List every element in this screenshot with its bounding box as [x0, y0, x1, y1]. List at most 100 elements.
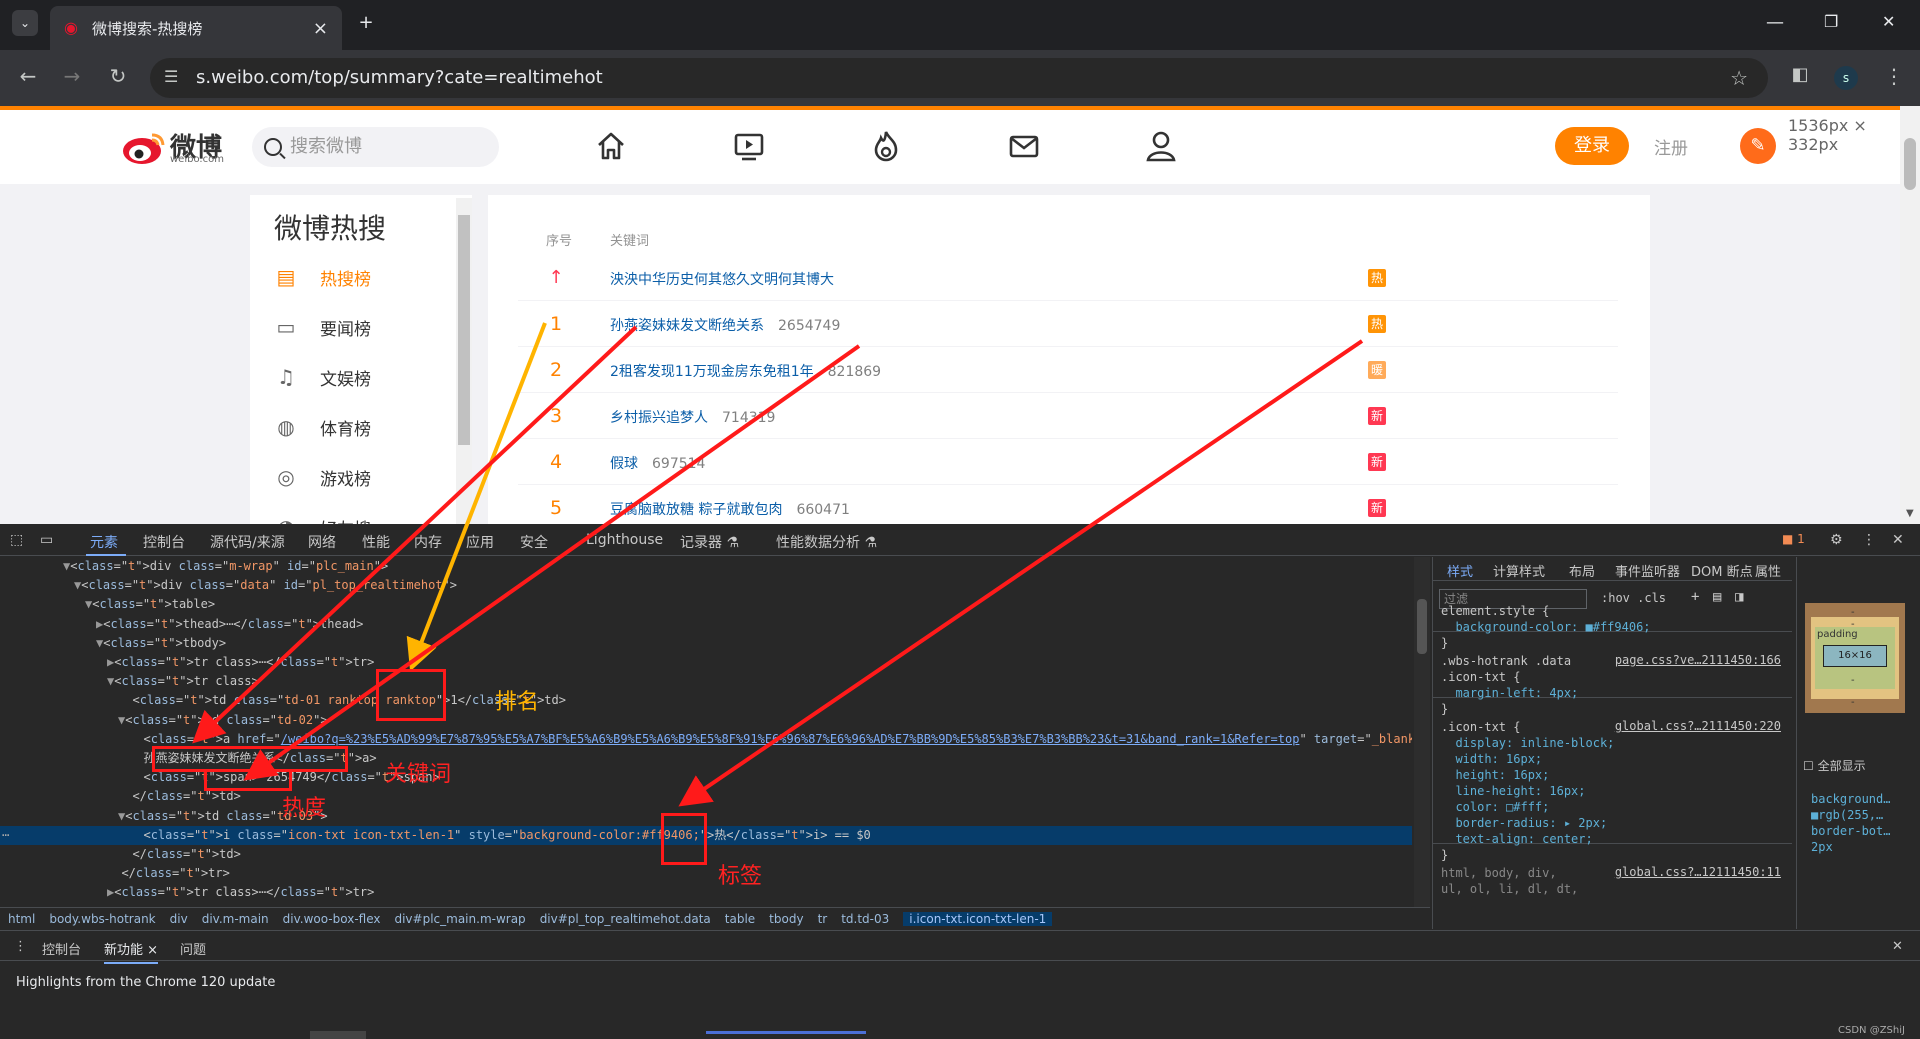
keyword-text[interactable]: 2租客发现11万现金房东免租1年: [610, 364, 814, 380]
scroll-down-arrow-icon[interactable]: ▼: [1906, 508, 1914, 519]
profile-user-icon[interactable]: [1143, 128, 1179, 164]
drawer-tab-whats-new[interactable]: 新功能 ×: [104, 939, 159, 964]
dom-node[interactable]: ▼<class="t">div class="data" id="pl_top_…: [0, 576, 457, 595]
browser-tab[interactable]: ◉ 微博搜索-热搜榜 ×: [50, 6, 342, 50]
address-bar[interactable]: ☰ s.weibo.com/top/summary?cate=realtimeh…: [150, 58, 1768, 98]
dom-node[interactable]: ▶<class="t">thead>⋯</class="t">thead>: [0, 615, 363, 634]
breadcrumb-item[interactable]: div.woo-box-flex: [283, 912, 381, 926]
style-rule-line[interactable]: border-radius: ▸ 2px;: [1441, 815, 1607, 831]
page-scrollbar-thumb[interactable]: [1904, 138, 1916, 190]
tab-performance-insights[interactable]: 性能数据分析 ⚗: [776, 532, 877, 552]
devtools-close-icon[interactable]: ✕: [1892, 532, 1904, 548]
style-rule-line[interactable]: width: 16px;: [1441, 751, 1542, 767]
style-rule-line[interactable]: .icon-txt {: [1441, 719, 1520, 735]
keyword-text[interactable]: 孙燕姿妹妹发文断绝关系: [610, 318, 764, 334]
style-rule-line[interactable]: display: inline-block;: [1441, 735, 1614, 751]
dom-node[interactable]: ▶<class="t">tr class>⋯</class="t">tr>: [0, 653, 374, 672]
breadcrumb-item[interactable]: i.icon-txt.icon-txt-len-1: [903, 911, 1053, 926]
restore-button[interactable]: ❐: [1824, 12, 1838, 31]
site-settings-icon[interactable]: ☰: [164, 67, 178, 86]
style-rule-line[interactable]: background-color: ■#ff9406;: [1441, 619, 1650, 635]
forward-arrow-icon[interactable]: →: [54, 64, 90, 88]
back-arrow-icon[interactable]: ←: [10, 64, 46, 88]
dom-node[interactable]: </class="t">tr>: [0, 864, 229, 883]
style-source-link[interactable]: global.css?…12111450:11: [1615, 865, 1781, 879]
dom-node[interactable]: ▼<class="t">tbody>: [0, 634, 226, 653]
style-rule-line[interactable]: color: □#fff;: [1441, 799, 1549, 815]
style-rule-line[interactable]: }: [1441, 847, 1448, 863]
new-tab-button[interactable]: +: [352, 12, 380, 33]
keyword-link[interactable]: 孙燕姿妹妹发文断绝关系 2654749: [610, 315, 840, 335]
tab-recorder[interactable]: 记录器 ⚗: [680, 532, 739, 552]
dom-tree[interactable]: ▼<class="t">div class="m-wrap" id="plc_m…: [0, 557, 1412, 927]
tab-memory[interactable]: 内存: [414, 532, 442, 552]
tab-close-icon[interactable]: ×: [313, 18, 328, 39]
style-rule-line[interactable]: height: 16px;: [1441, 767, 1549, 783]
show-all-checkbox[interactable]: ☐ 全部显示: [1803, 757, 1866, 774]
dom-node[interactable]: ▼<class="t">table>: [0, 595, 215, 614]
subtab-layout[interactable]: 布局: [1569, 561, 1595, 580]
side-panel-icon[interactable]: ◧: [1782, 64, 1818, 85]
keyword-link[interactable]: 泱泱中华历史何其悠久文明何其博大: [610, 269, 848, 289]
dom-node[interactable]: ▼<class="t">td class="td-02">: [0, 711, 328, 730]
keyword-link[interactable]: 假球 697514: [610, 453, 705, 473]
tab-elements[interactable]: 元素: [90, 532, 118, 552]
sidebar-item-hot[interactable]: ▤ 热搜榜: [272, 257, 462, 297]
compose-pencil-icon[interactable]: ✎: [1740, 128, 1776, 164]
dom-node[interactable]: </class="t">td>: [0, 845, 240, 864]
sidebar-scrollbar-thumb[interactable]: [458, 215, 470, 445]
dom-node[interactable]: ▼<class="t">td class="td-03">: [0, 807, 328, 826]
style-rule-line[interactable]: .wbs-hotrank .data: [1441, 653, 1571, 669]
subtab-event-listeners[interactable]: 事件监听器: [1615, 561, 1680, 580]
login-button[interactable]: 登录: [1555, 127, 1629, 165]
issues-badge[interactable]: ■ 1: [1782, 532, 1805, 546]
breadcrumb-item[interactable]: html: [8, 912, 35, 926]
style-rule-line[interactable]: .icon-txt {: [1441, 669, 1520, 685]
keyword-text[interactable]: 泱泱中华历史何其悠久文明何其博大: [610, 272, 834, 288]
tab-performance[interactable]: 性能: [362, 532, 390, 552]
sidebar-item-news[interactable]: ▭ 要闻榜: [272, 307, 462, 347]
search-input[interactable]: 搜索微博: [252, 127, 499, 167]
keyword-link[interactable]: 乡村振兴追梦人 714319: [610, 407, 775, 427]
hot-fire-icon[interactable]: [868, 128, 904, 164]
style-rule-line[interactable]: }: [1441, 701, 1448, 717]
subtab-styles[interactable]: 样式: [1447, 561, 1473, 580]
keyword-link[interactable]: 2租客发现11万现金房东免租1年 821869: [610, 361, 881, 381]
drawer-tab-console[interactable]: 控制台: [42, 939, 81, 958]
register-link[interactable]: 注册: [1654, 134, 1688, 159]
keyword-text[interactable]: 假球: [610, 456, 638, 472]
dom-tree-scrollbar-thumb[interactable]: [1417, 599, 1427, 654]
style-rule-line[interactable]: ul, ol, li, dl, dt,: [1441, 881, 1578, 897]
tab-lighthouse[interactable]: Lighthouse: [586, 532, 663, 548]
profile-avatar[interactable]: s: [1834, 66, 1858, 90]
tab-console[interactable]: 控制台: [143, 532, 185, 552]
style-rule-line[interactable]: line-height: 16px;: [1441, 783, 1585, 799]
dom-node[interactable]: ▼<class="t">div class="m-wrap" id="plc_m…: [0, 557, 388, 576]
video-icon[interactable]: [731, 128, 767, 164]
device-toolbar-icon[interactable]: ▭: [40, 532, 53, 548]
style-source-link[interactable]: page.css?ve…2111450:166: [1615, 653, 1781, 667]
sidebar-item-games[interactable]: ◎ 游戏榜: [272, 457, 462, 497]
tab-network[interactable]: 网络: [308, 532, 336, 552]
sidebar-item-entertainment[interactable]: ♫ 文娱榜: [272, 357, 462, 397]
reload-icon[interactable]: ↻: [100, 64, 136, 88]
tab-search-chevron-icon[interactable]: ⌄: [12, 10, 38, 36]
breadcrumb-item[interactable]: body.wbs-hotrank: [49, 912, 155, 926]
keyword-link[interactable]: 豆腐脑敢放糖 粽子就敢包肉 660471: [610, 499, 850, 519]
keyword-text[interactable]: 乡村振兴追梦人: [610, 410, 708, 426]
style-rule-line[interactable]: }: [1441, 635, 1448, 651]
subtab-computed[interactable]: 计算样式: [1493, 561, 1545, 580]
breadcrumb-item[interactable]: div#plc_main.m-wrap: [394, 912, 525, 926]
minimize-button[interactable]: —: [1766, 12, 1784, 33]
breadcrumb-item[interactable]: div#pl_top_realtimehot.data: [540, 912, 711, 926]
style-rule-line[interactable]: text-align: center;: [1441, 831, 1592, 847]
breadcrumb-item[interactable]: div.m-main: [202, 912, 269, 926]
breadcrumb-item[interactable]: tr: [818, 912, 828, 926]
style-source-link[interactable]: global.css?…2111450:220: [1615, 719, 1781, 733]
subtab-dom-breakpoints[interactable]: DOM 断点: [1691, 561, 1753, 580]
sidebar-item-sports[interactable]: ◍ 体育榜: [272, 407, 462, 447]
style-rule-line[interactable]: margin-left: 4px;: [1441, 685, 1578, 701]
breadcrumb-item[interactable]: tbody: [769, 912, 803, 926]
style-rule-line[interactable]: html, body, div,: [1441, 865, 1557, 881]
tab-application[interactable]: 应用: [466, 532, 494, 552]
